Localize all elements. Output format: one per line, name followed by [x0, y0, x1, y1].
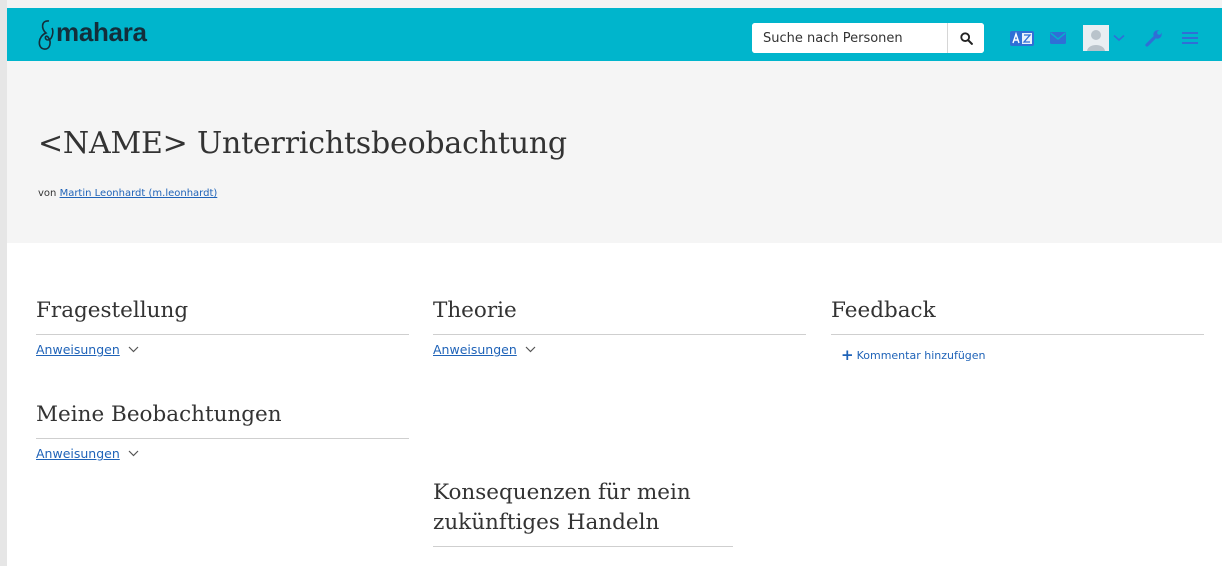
window-edge [0, 0, 7, 566]
plus-icon: + [841, 346, 854, 364]
block-title: Feedback [831, 296, 1204, 335]
instructions-toggle[interactable]: Anweisungen [36, 446, 139, 461]
user-menu-button[interactable] [1083, 25, 1127, 51]
chevron-down-icon [1113, 34, 1125, 42]
administration-button[interactable] [1144, 28, 1164, 48]
page-title: <NAME> Unterrichtsbeobachtung [38, 126, 567, 161]
block-title: Konsequenzen für mein zukünftiges Handel… [433, 478, 733, 547]
wrench-icon [1145, 30, 1162, 47]
block-konsequenzen: Konsequenzen für mein zukünftiges Handel… [433, 478, 806, 547]
avatar [1083, 25, 1109, 51]
block-title: Theorie [433, 296, 806, 335]
author-link[interactable]: Martin Leonhardt (m.leonhardt) [60, 188, 218, 199]
block-theorie: Theorie Anweisungen [433, 296, 806, 359]
search-icon [959, 31, 973, 45]
chevron-down-icon [525, 346, 536, 353]
add-comment-button[interactable]: + Kommentar hinzufügen [841, 346, 986, 364]
inbox-button[interactable] [1049, 30, 1067, 46]
main-menu-button[interactable] [1181, 29, 1199, 47]
block-fragestellung: Fragestellung Anweisungen [36, 296, 409, 359]
mail-icon [1050, 32, 1066, 44]
byline: von Martin Leonhardt (m.leonhardt) [38, 188, 217, 199]
top-strip [7, 0, 1222, 8]
block-meine-beobachtungen: Meine Beobachtungen Anweisungen [36, 400, 409, 463]
language-icon [1010, 30, 1034, 46]
people-search [752, 23, 984, 53]
block-title: Meine Beobachtungen [36, 400, 409, 439]
menu-icon [1182, 32, 1198, 44]
mahara-logo-mark-icon [38, 20, 54, 50]
search-button[interactable] [947, 23, 984, 53]
mahara-logo[interactable]: mahara [35, 17, 147, 53]
search-input[interactable] [752, 23, 948, 53]
chevron-down-icon [128, 346, 139, 353]
instructions-toggle[interactable]: Anweisungen [433, 342, 536, 357]
instructions-toggle[interactable]: Anweisungen [36, 342, 139, 357]
byline-prefix: von [38, 188, 57, 199]
logo-text: mahara [56, 16, 147, 47]
block-feedback: Feedback + Kommentar hinzufügen [831, 296, 1204, 365]
toggle-label: Anweisungen [36, 342, 120, 357]
page-header-band: <NAME> Unterrichtsbeobachtung von Martin… [7, 61, 1222, 243]
language-button[interactable] [1009, 29, 1035, 47]
block-title: Fragestellung [36, 296, 409, 335]
toggle-label: Anweisungen [433, 342, 517, 357]
site-header: mahara [7, 8, 1222, 61]
toggle-label: Anweisungen [36, 446, 120, 461]
chevron-down-icon [128, 450, 139, 457]
add-comment-label: Kommentar hinzufügen [856, 349, 986, 362]
